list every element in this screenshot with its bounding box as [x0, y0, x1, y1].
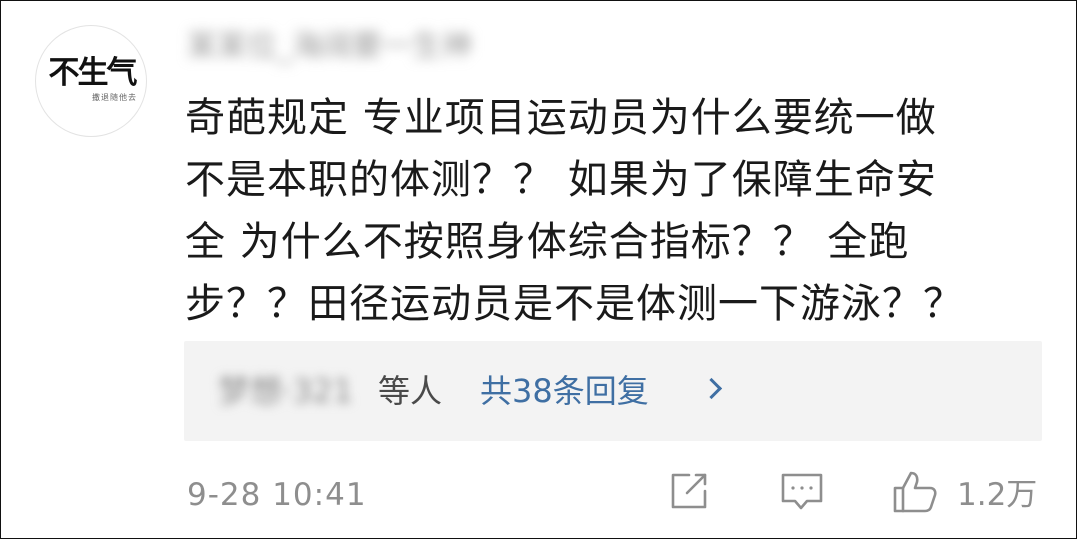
username[interactable]: 某某位_海阔要一生神	[187, 25, 472, 69]
comment-card: 不生气 撒退随他去 某某位_海阔要一生神 奇葩规定 专业项目运动员为什么要统一做…	[0, 0, 1077, 539]
comment-text: 奇葩规定 专业项目运动员为什么要统一做 不是本职的体测？？ 如果为了保障生命安 …	[185, 95, 964, 327]
replies-preview[interactable]: 梦想·321 等人 共38条回复	[184, 341, 1042, 441]
reply-user-name[interactable]: 梦想·321	[218, 369, 353, 413]
like-count: 1.2万	[957, 477, 1038, 513]
reply-user-suffix: 等人	[378, 372, 443, 410]
like-icon[interactable]	[891, 469, 939, 515]
comment-icon[interactable]	[779, 469, 825, 513]
avatar-logo-text: 不生气	[48, 55, 138, 91]
avatar[interactable]: 不生气 撒退随他去	[35, 25, 147, 137]
reply-count-link[interactable]: 共38条回复	[480, 369, 649, 413]
avatar-logo-subtext: 撒退随他去	[92, 93, 137, 102]
share-icon[interactable]	[667, 469, 711, 513]
timestamp: 9-28 10:41	[187, 477, 367, 513]
chevron-right-icon[interactable]	[700, 377, 723, 400]
